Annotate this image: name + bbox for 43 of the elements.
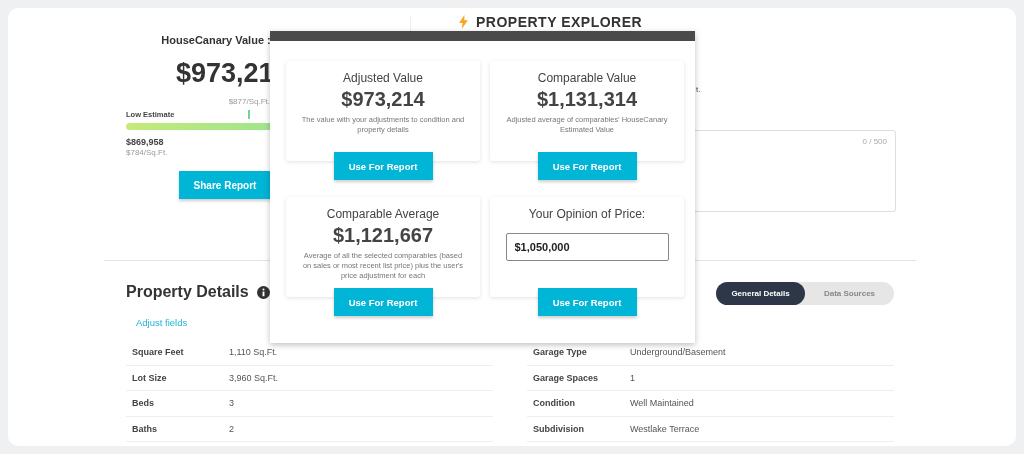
- field-label: Condition: [533, 398, 576, 409]
- price-per-sqft: $877/Sq.Ft.: [228, 97, 270, 106]
- tab[interactable]: Data Sources: [805, 282, 894, 305]
- text-fragment: t.: [696, 85, 702, 94]
- tab[interactable]: General Details: [716, 282, 805, 305]
- field-label: Garage Type: [533, 347, 588, 358]
- explorer-title: PROPERTY EXPLORER: [476, 14, 643, 30]
- field-label: Lot Size: [132, 372, 168, 383]
- use-for-report-button[interactable]: Use For Report: [333, 152, 433, 180]
- property-details-title: Property Details: [126, 283, 249, 301]
- card-title: Comparable Value: [536, 71, 638, 85]
- card-value: $1,131,314: [535, 88, 639, 111]
- field-label: Garage Spaces: [533, 372, 600, 383]
- lightning-icon: [459, 15, 468, 29]
- price-input[interactable]: $1,050,000: [505, 233, 669, 261]
- valuation-title: HouseCanary Value :: [160, 34, 272, 46]
- card-title: Adjusted Value: [342, 71, 424, 85]
- field-value: 3: [229, 398, 234, 409]
- field-label: Square Feet: [132, 347, 185, 358]
- field-value: 1,110 Sq.Ft.: [229, 347, 278, 358]
- character-counter: 0 / 500: [862, 137, 887, 146]
- use-for-report-button[interactable]: Use For Report: [537, 152, 637, 180]
- field-value: Underground/Basement: [630, 347, 726, 358]
- card-value: $973,214: [340, 88, 426, 111]
- adjust-fields-link[interactable]: Adjust fields: [136, 317, 188, 328]
- share-report-button[interactable]: Share Report: [179, 171, 271, 199]
- low-estimate-value: $869,958: [126, 137, 165, 147]
- card-title: Comparable Average: [325, 207, 441, 221]
- low-price-per-sqft: $784/Sq.Ft.: [126, 148, 169, 157]
- field-value: Well Maintained: [630, 398, 694, 409]
- info-icon[interactable]: [256, 285, 270, 299]
- field-label: Subdivision: [533, 424, 585, 435]
- card-value: $1,121,667: [331, 224, 435, 247]
- card-title: Your Opinion of Price:: [527, 207, 647, 221]
- field-value: 1: [630, 372, 635, 383]
- field-label: Baths: [132, 424, 158, 435]
- use-for-report-button[interactable]: Use For Report: [333, 288, 433, 316]
- field-value: 2: [229, 424, 234, 435]
- use-for-report-button[interactable]: Use For Report: [537, 288, 637, 316]
- field-label: Beds: [132, 398, 155, 409]
- field-value: Westlake Terrace: [630, 424, 700, 435]
- field-value: 3,960 Sq.Ft.: [229, 372, 279, 383]
- estimated-value: $973,21: [176, 58, 274, 89]
